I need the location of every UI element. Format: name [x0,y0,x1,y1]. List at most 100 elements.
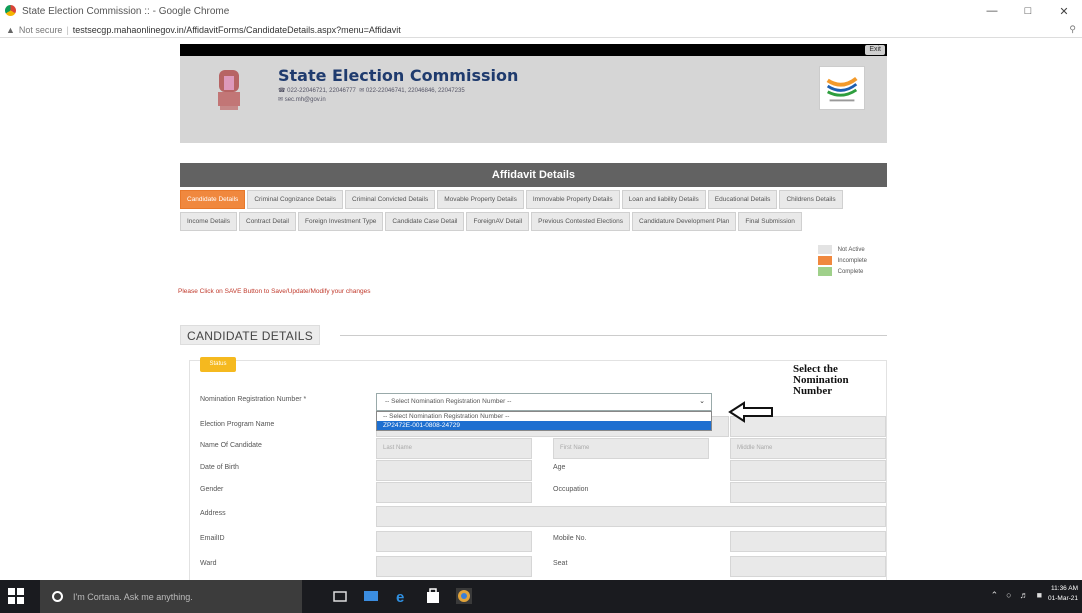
internet-explorer-icon[interactable]: e [394,588,410,604]
store-icon[interactable] [425,588,441,604]
network-icon[interactable]: ○ [1006,590,1011,601]
task-view-icon[interactable] [332,588,348,604]
occupation-field[interactable] [730,482,886,503]
occupation-label: Occupation [553,486,589,493]
tab-educational[interactable]: Educational Details [707,190,778,209]
contact-email: sec.mh@gov.in [284,97,326,103]
dropdown-option[interactable]: -- Select Nomination Registration Number… [377,412,711,421]
tab-childrens[interactable]: Childrens Details [779,190,843,209]
close-button[interactable]: ✕ [1046,0,1082,22]
url-text[interactable]: testsecgp.mahaonlinegov.in/AffidavitForm… [73,25,401,35]
section-title: CANDIDATE DETAILS [180,325,321,345]
contact-email-line: ✉ sec.mh@gov.in [278,97,326,103]
seat-label: Seat [553,560,568,567]
mobile-field[interactable] [730,531,886,552]
nomination-select-value: -- Select Nomination Registration Number… [385,398,512,405]
not-secure-label[interactable]: Not secure [19,25,63,35]
tab-income[interactable]: Income Details [180,212,237,231]
window-controls: — □ ✕ [974,0,1082,22]
affidavit-title-bar: Affidavit Details [180,163,887,187]
status-legend: Not Active Incomplete Complete [817,244,867,277]
ward-field[interactable] [376,556,532,577]
candidate-name-label: Name Of Candidate [200,442,262,449]
election-logo-icon [819,66,865,110]
chrome-icon [5,5,16,16]
tab-candidate-details[interactable]: Candidate Details [180,190,246,209]
tab-criminal-convicted[interactable]: Criminal Convicted Details [344,190,436,209]
tab-movable-property[interactable]: Movable Property Details [437,190,524,209]
contact-line: ☎ 022-22046721, 22046777 ✉ 022-22046741,… [278,88,465,94]
tab-development-plan[interactable]: Candidature Development Plan [632,212,737,231]
nomination-select[interactable]: -- Select Nomination Registration Number… [376,393,712,411]
affidavit-tabs: Candidate Details Criminal Cognizance De… [180,190,887,234]
main-container: Exit State Election Commission ☎ 022-220… [178,44,887,580]
site-title: State Election Commission [278,66,519,85]
system-tray[interactable]: ⌃ ○ ♬ ■ [991,590,1042,601]
cortana-search[interactable]: I'm Cortana. Ask me anything. [40,580,302,613]
ward-label: Ward [200,560,217,567]
dropdown-option-selected[interactable]: ZP2472E-001-0808-24729 [377,421,711,430]
annotation-text: Select the Nomination Number [793,364,849,397]
legend-swatch-complete [817,267,832,276]
windows-taskbar: I'm Cortana. Ask me anything. e ⌃ ○ ♬ ■ … [0,580,1082,613]
address-label: Address [200,510,226,517]
maximize-button[interactable]: □ [1010,0,1046,22]
legend-swatch-not-active [817,245,832,254]
desktop-icon[interactable] [363,588,379,604]
contact-phone: 022-22046721, 22046777 [287,88,356,94]
save-notice: Please Click on SAVE Button to Save/Upda… [178,288,371,295]
gender-field[interactable] [376,482,532,503]
status-badge: Status [200,357,236,372]
email-label: EmailID [200,535,225,542]
legend-label-complete: Complete [837,268,864,275]
notification-icon[interactable]: ■ [1037,590,1042,601]
seat-field[interactable] [730,556,886,577]
dob-label: Date of Birth [200,464,239,471]
arrow-left-icon [728,401,773,423]
tab-criminal-cognizance[interactable]: Criminal Cognizance Details [247,190,343,209]
tab-contract[interactable]: Contract Detail [239,212,296,231]
tab-previous-elections[interactable]: Previous Contested Elections [531,212,631,231]
tab-final-submission[interactable]: Final Submission [738,212,802,231]
mobile-label: Mobile No. [553,535,587,542]
window-title: State Election Commission :: - Google Ch… [22,5,230,17]
tab-candidate-case[interactable]: Candidate Case Detail [385,212,465,231]
exit-button[interactable]: Exit [865,45,885,55]
tab-loan-liability[interactable]: Loan and liability Details [621,190,706,209]
taskbar-clock[interactable]: 11:36 AM 01-Mar-21 [1048,584,1078,604]
page-content: Exit State Election Commission ☎ 022-220… [0,39,1082,580]
cortana-icon [52,591,63,602]
email-field[interactable] [376,531,532,552]
chrome-taskbar-icon[interactable] [456,588,472,604]
first-name-field[interactable]: First Name [553,438,709,459]
nomination-label: Nomination Registration Number * [200,396,307,403]
legend-swatch-incomplete [817,256,832,265]
tab-foreign-av[interactable]: ForeignAV Detail [466,212,530,231]
dob-field[interactable] [376,460,532,481]
minimize-button[interactable]: — [974,0,1010,22]
divider [340,335,887,336]
address-bar[interactable]: ▲ Not secure | testsecgp.mahaonlinegov.i… [0,22,1082,38]
address-field[interactable] [376,506,886,527]
top-bar: Exit [180,44,887,56]
chevron-up-icon[interactable]: ⌃ [991,590,999,601]
cortana-search-text: I'm Cortana. Ask me anything. [73,591,193,602]
emblem-logo-icon [218,70,240,110]
tab-immovable-property[interactable]: Immovable Property Details [525,190,620,209]
windows-start-icon[interactable] [8,588,24,604]
site-header: State Election Commission ☎ 022-22046721… [180,56,887,143]
election-program-label: Election Program Name [200,421,275,428]
browser-titlebar: State Election Commission :: - Google Ch… [0,0,1082,22]
warning-icon[interactable]: ▲ [6,25,15,35]
legend-label-incomplete: Incomplete [837,257,867,264]
middle-name-field[interactable]: Middle Name [730,438,886,459]
gender-label: Gender [200,486,224,493]
svg-text:e: e [396,589,404,604]
age-field[interactable] [730,460,886,481]
volume-icon[interactable]: ♬ [1020,590,1029,601]
zoom-icon[interactable]: ⚲ [1069,24,1076,35]
nomination-dropdown[interactable]: -- Select Nomination Registration Number… [376,411,712,431]
last-name-field[interactable]: Last Name [376,438,532,459]
clock-date: 01-Mar-21 [1048,595,1078,602]
tab-foreign-investment[interactable]: Foreign Investment Type [298,212,384,231]
